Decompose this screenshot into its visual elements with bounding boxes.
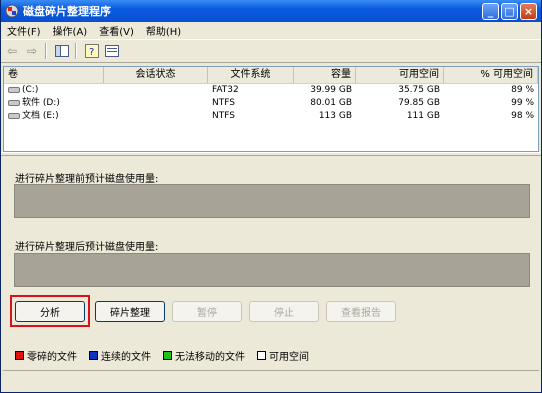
toolbar-separator bbox=[75, 43, 77, 59]
minimize-icon: _ bbox=[487, 4, 494, 18]
volume-list[interactable]: 卷 会话状态 文件系统 容量 可用空间 % 可用空间 (C:) FAT32 39… bbox=[3, 66, 539, 152]
legend: 零碎的文件 连续的文件 无法移动的文件 可用空间 bbox=[15, 348, 321, 363]
status-bar bbox=[3, 370, 539, 389]
legend-label: 连续的文件 bbox=[101, 352, 151, 363]
console-tree-icon bbox=[55, 45, 69, 57]
pause-button[interactable]: 暂停 bbox=[172, 301, 242, 322]
view-report-button[interactable]: 查看报告 bbox=[326, 301, 396, 322]
after-usage-display bbox=[14, 253, 530, 287]
volume-row-c[interactable]: (C:) FAT32 39.99 GB 35.75 GB 89 % bbox=[4, 84, 538, 97]
legend-swatch bbox=[163, 351, 172, 360]
drive-icon bbox=[8, 112, 20, 119]
volume-fs: NTFS bbox=[212, 111, 235, 121]
analyze-button[interactable]: 分析 bbox=[15, 301, 85, 322]
menu-action[interactable]: 操作(A) bbox=[47, 23, 94, 38]
column-volume[interactable]: 卷 bbox=[4, 67, 104, 83]
column-percent-free[interactable]: % 可用空间 bbox=[444, 67, 538, 83]
volume-pct: 99 % bbox=[511, 98, 534, 108]
legend-swatch bbox=[89, 351, 98, 360]
show-hide-console-tree-button[interactable] bbox=[53, 42, 71, 60]
legend-label: 零碎的文件 bbox=[27, 352, 77, 363]
legend-label: 可用空间 bbox=[269, 352, 309, 363]
volume-status bbox=[104, 110, 208, 123]
column-capacity[interactable]: 容量 bbox=[294, 67, 356, 83]
pane-splitter[interactable] bbox=[1, 152, 541, 156]
volume-row-d[interactable]: 软件 (D:) NTFS 80.01 GB 79.85 GB 99 % bbox=[4, 97, 538, 110]
before-usage-display bbox=[14, 184, 530, 218]
toolbar-separator bbox=[45, 43, 47, 59]
title-bar[interactable]: 磁盘碎片整理程序 _ □ × bbox=[1, 0, 541, 22]
volume-pct: 89 % bbox=[511, 85, 534, 95]
legend-label: 无法移动的文件 bbox=[175, 352, 245, 363]
close-icon: × bbox=[523, 4, 534, 18]
volume-capacity: 39.99 GB bbox=[310, 85, 352, 95]
legend-contiguous: 连续的文件 bbox=[89, 348, 151, 363]
help-button[interactable]: ? bbox=[83, 42, 101, 60]
volume-free: 111 GB bbox=[406, 111, 440, 121]
legend-unmovable: 无法移动的文件 bbox=[163, 348, 245, 363]
maximize-button[interactable]: □ bbox=[501, 2, 518, 20]
svg-text:?: ? bbox=[89, 47, 94, 58]
back-arrow-icon: ⇦ bbox=[6, 44, 18, 58]
before-usage-label: 进行碎片整理前预计磁盘使用量: bbox=[15, 174, 159, 185]
volume-name: (C:) bbox=[22, 85, 39, 95]
drive-icon bbox=[8, 99, 20, 106]
legend-free-space: 可用空间 bbox=[257, 348, 309, 363]
volume-capacity: 80.01 GB bbox=[310, 98, 352, 108]
volume-status bbox=[104, 84, 208, 97]
legend-swatch bbox=[15, 351, 24, 360]
column-file-system[interactable]: 文件系统 bbox=[208, 67, 294, 83]
toolbar: ⇦ ⇨ ? bbox=[1, 39, 541, 63]
back-button[interactable]: ⇦ bbox=[3, 42, 21, 60]
volume-free: 35.75 GB bbox=[398, 85, 440, 95]
column-session-status[interactable]: 会话状态 bbox=[104, 67, 208, 83]
after-usage-label: 进行碎片整理后预计磁盘使用量: bbox=[15, 242, 159, 253]
volume-fs: FAT32 bbox=[212, 85, 239, 95]
menu-file[interactable]: 文件(F) bbox=[1, 23, 47, 38]
volume-row-e[interactable]: 文档 (E:) NTFS 113 GB 111 GB 98 % bbox=[4, 110, 538, 123]
properties-button[interactable] bbox=[103, 42, 121, 60]
legend-swatch bbox=[257, 351, 266, 360]
forward-arrow-icon: ⇨ bbox=[26, 44, 38, 58]
menu-bar: 文件(F) 操作(A) 查看(V) 帮助(H) bbox=[1, 22, 541, 39]
help-icon: ? bbox=[85, 44, 99, 58]
defragment-button[interactable]: 碎片整理 bbox=[95, 301, 165, 322]
defrag-window: 磁盘碎片整理程序 _ □ × 文件(F) 操作(A) 查看(V) 帮助(H) ⇦… bbox=[0, 0, 542, 393]
column-free-space[interactable]: 可用空间 bbox=[356, 67, 444, 83]
minimize-button[interactable]: _ bbox=[482, 2, 499, 20]
properties-icon bbox=[105, 45, 119, 57]
menu-view[interactable]: 查看(V) bbox=[93, 23, 140, 38]
volume-fs: NTFS bbox=[212, 98, 235, 108]
volume-name: 软件 (D:) bbox=[22, 98, 60, 108]
volume-name: 文档 (E:) bbox=[22, 111, 59, 121]
defrag-app-icon bbox=[5, 4, 19, 18]
volume-free: 79.85 GB bbox=[398, 98, 440, 108]
legend-fragmented: 零碎的文件 bbox=[15, 348, 77, 363]
maximize-icon: □ bbox=[504, 4, 515, 18]
volume-status bbox=[104, 97, 208, 110]
volume-list-header: 卷 会话状态 文件系统 容量 可用空间 % 可用空间 bbox=[4, 67, 538, 84]
window-title: 磁盘碎片整理程序 bbox=[23, 5, 111, 18]
forward-button[interactable]: ⇨ bbox=[23, 42, 41, 60]
drive-icon bbox=[8, 86, 20, 93]
volume-capacity: 113 GB bbox=[318, 111, 352, 121]
menu-help[interactable]: 帮助(H) bbox=[140, 23, 187, 38]
volume-pct: 98 % bbox=[511, 111, 534, 121]
stop-button[interactable]: 停止 bbox=[249, 301, 319, 322]
close-button[interactable]: × bbox=[520, 2, 537, 20]
